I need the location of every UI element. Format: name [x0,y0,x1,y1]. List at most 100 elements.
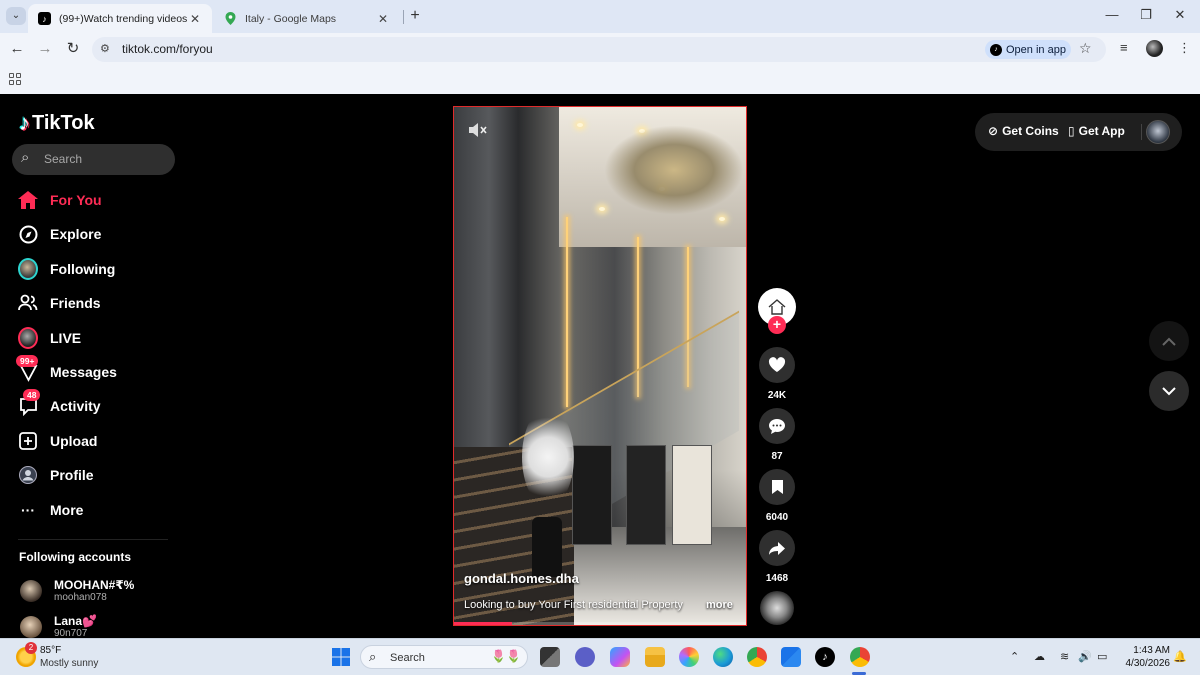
battery-icon[interactable]: ▭ [1097,650,1107,663]
bookmark-star-icon[interactable]: ☆ [1079,40,1092,57]
user-avatar[interactable] [1146,120,1170,144]
nav-label: LIVE [50,330,82,346]
nav-friends[interactable]: Friends [18,291,101,315]
nav-upload[interactable]: Upload [18,429,97,453]
nav-more[interactable]: ··· More [18,498,83,522]
like-button[interactable] [759,347,795,383]
edge-icon[interactable] [713,647,733,667]
account-name: MOOHAN#₹% [54,578,135,592]
video-more-link[interactable]: more [706,599,733,611]
tab-tiktok[interactable]: ♪ (99+)Watch trending videos for ✕ [28,4,212,33]
video-progress-bar[interactable] [454,622,746,625]
forward-icon[interactable]: → [35,39,55,59]
apps-grid-icon[interactable] [9,73,21,85]
url-text[interactable]: tiktok.com/foryou [122,42,213,56]
taskbar-search-input[interactable]: ⌕ Search 🌷🌷 [360,645,528,669]
close-tab-icon[interactable]: ✕ [188,12,202,26]
account-handle: 90n707 [54,628,88,638]
video-frame-banner [672,445,712,545]
nav-label: Activity [50,398,101,414]
share-button[interactable] [759,530,795,566]
account-name: Lana💕 [54,614,97,628]
nav-label: Following [50,261,116,277]
bookmark-button[interactable] [759,469,795,505]
clock-time[interactable]: 1:43 AM [1126,645,1170,656]
tiktok-app-icon[interactable]: ♪ [815,647,835,667]
copilot-icon[interactable] [610,647,630,667]
restore-icon[interactable]: ❐ [1136,7,1156,23]
close-window-icon[interactable]: ✕ [1170,7,1190,23]
network-cloud-icon[interactable]: ☁ [1034,650,1045,663]
weather-description[interactable]: Mostly sunny [40,658,98,669]
comment-count: 87 [771,451,783,462]
video-frame-chandelier [604,125,744,215]
tiktok-page: ♪ TikTok ⌕ Search For You Explore Follow… [0,94,1200,638]
mute-icon[interactable] [468,121,488,144]
music-disc-icon[interactable] [760,591,794,625]
video-player[interactable]: gondal.homes.dha Looking to buy Your Fir… [453,106,747,626]
comment-button[interactable] [759,408,795,444]
tab-search-dropdown[interactable]: ⌄ [6,7,26,25]
messages-badge: 99+ [16,355,39,367]
photos-icon[interactable] [679,647,699,667]
notification-bell-icon[interactable]: 🔔 [1173,650,1187,663]
minimize-icon[interactable]: — [1102,7,1122,22]
weather-temperature[interactable]: 85°F [40,645,61,656]
video-progress-fill [454,622,513,625]
following-account-item[interactable]: MOOHAN#₹% moohan078 [20,578,134,604]
volume-icon[interactable]: 🔊 [1078,650,1092,663]
nav-following[interactable]: Following [18,257,115,281]
following-accounts-title: Following accounts [19,550,132,564]
tulips-icon: 🌷🌷 [491,649,521,663]
file-explorer-icon[interactable] [645,647,665,667]
nav-activity[interactable]: 48 Activity [18,389,101,418]
site-info-icon[interactable]: ⚙ [100,42,110,55]
close-tab-icon[interactable]: ✕ [376,12,390,26]
store-icon[interactable] [781,647,801,667]
tiktok-logo[interactable]: ♪ TikTok [19,110,95,136]
media-controls-icon[interactable]: ≡ [1120,40,1128,55]
browser-tab-bar: ⌄ ♪ (99+)Watch trending videos for ✕ Ita… [0,0,1200,33]
tab-google-maps[interactable]: Italy - Google Maps ✕ [214,4,400,33]
avatar [20,580,42,602]
new-tab-icon[interactable]: + [406,7,424,25]
wifi-icon[interactable]: ≋ [1060,650,1069,663]
video-frame-light-strip [566,217,568,407]
address-bar[interactable]: ⚙ tiktok.com/foryou ♪ Open in app ☆ [92,37,1106,62]
reload-icon[interactable]: ↻ [63,39,83,59]
nav-label: Explore [50,226,102,242]
browser-toolbar: ← → ↻ ⚙ tiktok.com/foryou ♪ Open in app … [0,33,1200,65]
previous-video-button[interactable] [1149,321,1189,361]
chat-icon[interactable] [575,647,595,667]
open-in-app-button[interactable]: ♪ Open in app [985,40,1071,59]
following-avatar [18,258,38,280]
chrome-icon[interactable] [747,647,767,667]
follow-plus-button[interactable]: + [768,316,786,334]
home-icon [18,190,38,210]
nav-live[interactable]: LIVE [18,326,81,350]
menu-icon[interactable]: ⋮ [1178,40,1191,56]
nav-profile[interactable]: Profile [18,463,94,487]
clock-date[interactable]: 4/30/2026 [1120,658,1171,669]
windows-start-icon[interactable] [331,647,351,667]
tab-title: Italy - Google Maps [245,12,337,25]
get-app-label: Get App [1078,124,1125,138]
nav-explore[interactable]: Explore [18,222,101,246]
open-in-app-label: Open in app [1006,43,1066,56]
video-frame-vase [532,517,562,577]
video-username[interactable]: gondal.homes.dha [464,571,579,586]
tiktok-note-icon: ♪ [19,110,30,135]
get-app-button[interactable]: ▯ Get App [1068,124,1125,138]
search-input[interactable]: ⌕ Search [12,144,175,175]
bookmark-count: 6040 [765,512,789,523]
chrome-profile-icon[interactable] [850,647,870,667]
nav-messages[interactable]: 99+ Messages [16,355,117,384]
next-video-button[interactable] [1149,371,1189,411]
following-account-item[interactable]: Lana💕 90n707 [20,614,97,638]
task-view-icon[interactable] [540,647,560,667]
show-hidden-icons-icon[interactable]: ⌃ [1010,650,1019,663]
nav-for-you[interactable]: For You [18,188,102,212]
profile-avatar-icon[interactable] [1146,40,1163,57]
get-coins-button[interactable]: ⊘ Get Coins [988,124,1059,138]
back-icon[interactable]: ← [7,39,27,59]
